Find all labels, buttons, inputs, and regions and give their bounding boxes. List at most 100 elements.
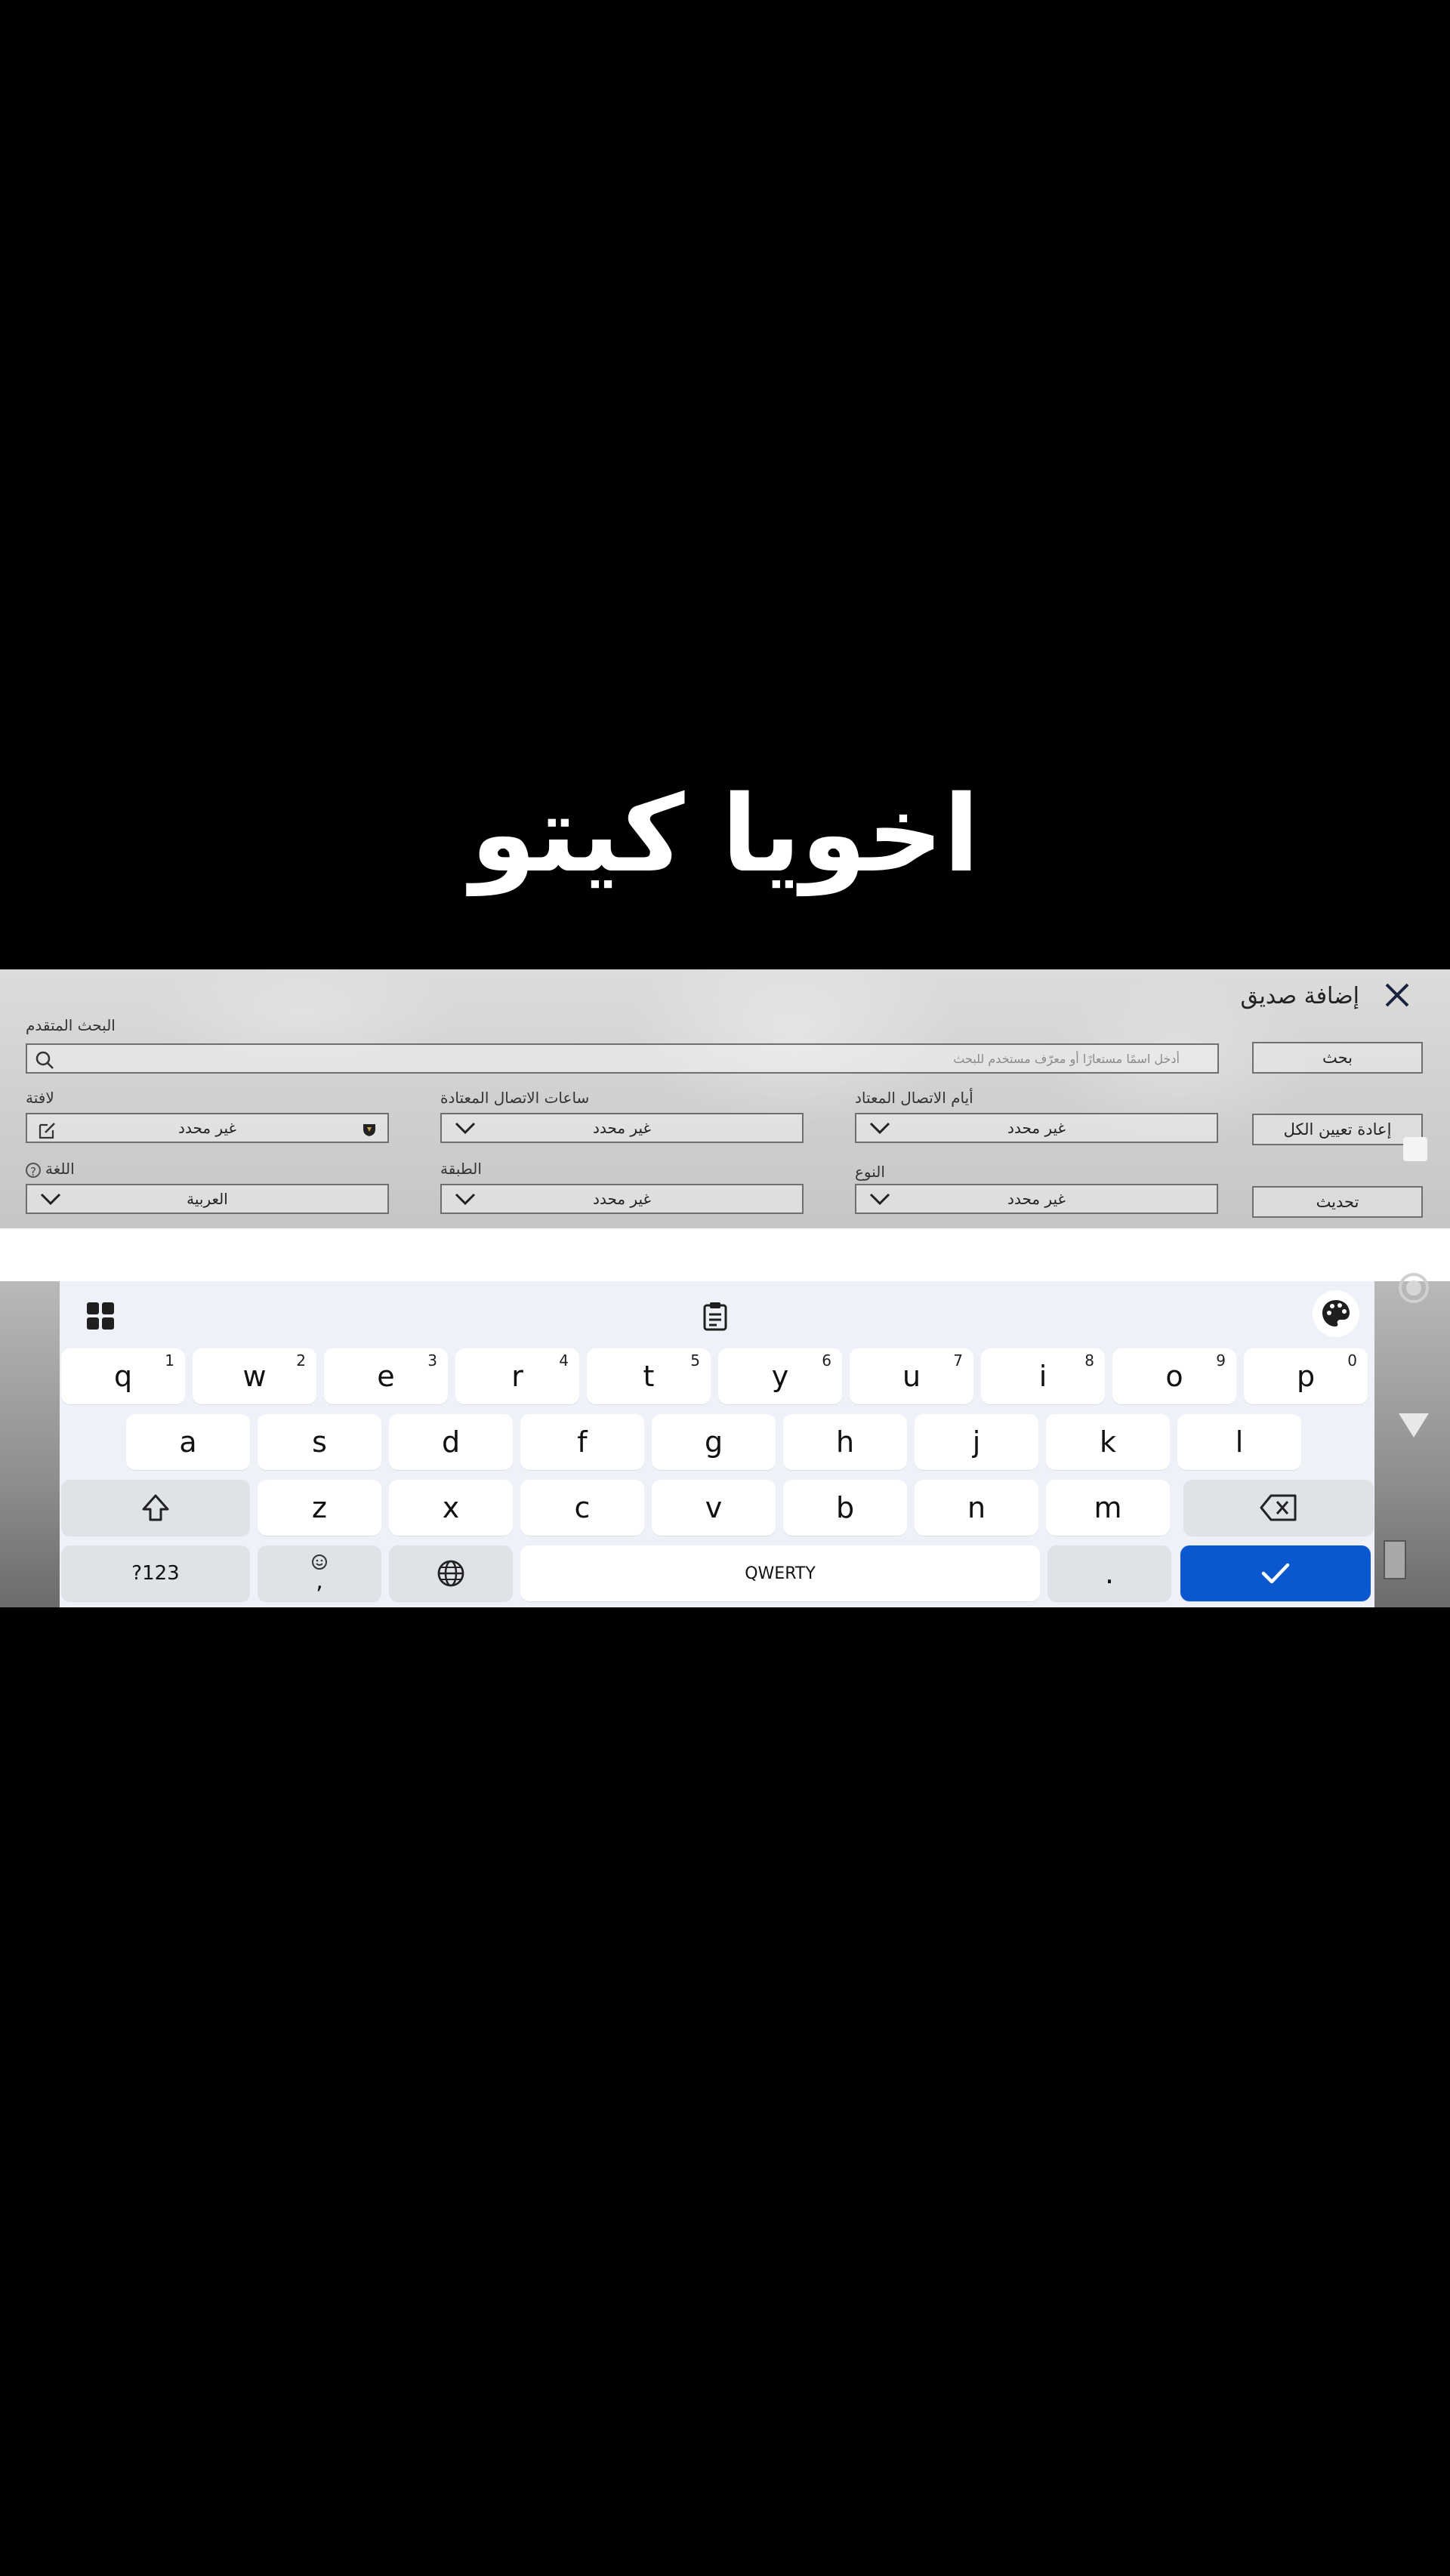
language-select[interactable]: العربية [26,1184,389,1214]
key-o-label: o [1165,1360,1183,1393]
key-i[interactable]: i8 [981,1348,1105,1404]
clan-field[interactable]: غير محدد [26,1113,389,1143]
key-l[interactable]: l [1177,1414,1301,1470]
usual-hours-select[interactable]: غير محدد [440,1113,804,1143]
key-d[interactable]: d [389,1414,513,1470]
key-y-label: y [771,1360,789,1393]
key-q-hint: 1 [165,1351,174,1370]
key-n-label: n [967,1491,986,1524]
backspace-key[interactable] [1183,1480,1374,1536]
apps-grid-icon[interactable] [85,1301,116,1331]
key-h-label: h [835,1425,855,1459]
key-k[interactable]: k [1046,1414,1170,1470]
key-x[interactable]: x [389,1480,513,1536]
side-toggle[interactable] [1403,1137,1427,1161]
key-w-hint: 2 [296,1351,306,1370]
refresh-button[interactable]: تحديث [1252,1186,1423,1218]
emoji-comma-key[interactable]: , [258,1545,381,1601]
theme-button[interactable] [1313,1290,1359,1337]
reset-all-button[interactable]: إعادة تعيين الكل [1252,1114,1423,1145]
help-icon[interactable]: ? [26,1162,41,1179]
key-o[interactable]: o9 [1112,1348,1236,1404]
soft-keyboard: q 1 w 2 e 3 r 4 t 5 y 6 u 7 i 8 o 9 p 0 a s d f g h j k l z x c v b n m ?123… [60,1281,1374,1607]
key-a[interactable]: a [126,1414,250,1470]
language-value: العربية [187,1190,228,1208]
key-b[interactable]: b [783,1480,907,1536]
key-u[interactable]: u7 [850,1348,973,1404]
key-s-label: s [312,1425,327,1459]
key-a-label: a [179,1425,197,1459]
search-button[interactable]: بحث [1252,1042,1423,1074]
gender-value: غير محدد [1007,1190,1066,1208]
advanced-search-label: البحث المتقدم [26,1016,116,1034]
key-y-hint: 6 [822,1351,831,1370]
usual-hours-label: ساعات الاتصال المعتادة [440,1089,590,1107]
side-button[interactable] [1384,1540,1406,1579]
tier-value: غير محدد [593,1190,651,1208]
period-key[interactable]: . [1047,1545,1171,1601]
key-z-label: z [312,1491,327,1524]
search-input[interactable]: أدخل اسمًا مستعارًا أو معرّف مستخدم للبح… [26,1043,1219,1074]
key-i-label: i [1038,1360,1047,1393]
symbols-key-label: ?123 [131,1562,180,1585]
key-p[interactable]: p0 [1244,1348,1368,1404]
language-switch-key[interactable] [389,1545,513,1601]
key-w[interactable]: w2 [193,1348,316,1404]
search-placeholder: أدخل اسمًا مستعارًا أو معرّف مستخدم للبح… [953,1052,1180,1066]
key-e-hint: 3 [427,1351,437,1370]
comma-label: , [316,1568,323,1595]
key-r[interactable]: r4 [455,1348,579,1404]
triangle-down-icon[interactable] [1399,1413,1429,1437]
key-e-label: e [377,1360,395,1393]
key-j-label: j [972,1425,981,1459]
key-s[interactable]: s [258,1414,381,1470]
chevron-down-icon [869,1122,890,1135]
key-j[interactable]: j [915,1414,1038,1470]
key-i-hint: 8 [1084,1351,1094,1370]
key-p-hint: 0 [1347,1351,1357,1370]
space-key[interactable]: QWERTY [520,1545,1040,1601]
key-y[interactable]: y6 [718,1348,842,1404]
video-caption: اخويا كيتو [470,772,980,896]
edit-icon[interactable] [38,1120,57,1140]
key-h[interactable]: h [783,1414,907,1470]
key-z[interactable]: z [258,1480,381,1536]
key-t-hint: 5 [690,1351,700,1370]
key-m[interactable]: m [1046,1480,1170,1536]
key-n[interactable]: n [915,1480,1038,1536]
usual-days-select[interactable]: غير محدد [855,1113,1218,1143]
gender-select[interactable]: غير محدد [855,1184,1218,1214]
key-m-label: m [1094,1491,1122,1524]
close-icon[interactable] [1381,978,1414,1012]
shift-key[interactable] [61,1480,250,1536]
symbols-key[interactable]: ?123 [61,1545,250,1601]
key-e[interactable]: e3 [324,1348,448,1404]
key-o-hint: 9 [1216,1351,1226,1370]
key-b-label: b [835,1491,855,1524]
space-key-label: QWERTY [745,1564,816,1583]
record-icon[interactable] [1399,1273,1429,1303]
enter-key[interactable] [1180,1545,1371,1601]
keyboard-toolbar [60,1281,1374,1348]
chevron-down-icon [455,1193,476,1206]
key-f[interactable]: f [520,1414,644,1470]
key-t-label: t [643,1360,655,1393]
tier-select[interactable]: غير محدد [440,1184,804,1214]
clipboard-icon[interactable] [700,1301,730,1331]
key-f-label: f [577,1425,588,1459]
key-g[interactable]: g [652,1414,776,1470]
key-g-label: g [704,1425,723,1459]
palette-icon [1322,1300,1350,1327]
key-l-label: l [1235,1425,1244,1459]
key-r-hint: 4 [559,1351,569,1370]
key-t[interactable]: t5 [587,1348,711,1404]
chevron-down-icon [869,1193,890,1206]
key-c[interactable]: c [520,1480,644,1536]
clan-label: لافتة [26,1089,54,1107]
key-q[interactable]: q1 [61,1348,185,1404]
tier-label: الطبقة [440,1160,482,1178]
key-v[interactable]: v [652,1480,776,1536]
clan-value: غير محدد [178,1119,236,1137]
key-r-label: r [511,1360,523,1393]
key-v-label: v [705,1491,723,1524]
